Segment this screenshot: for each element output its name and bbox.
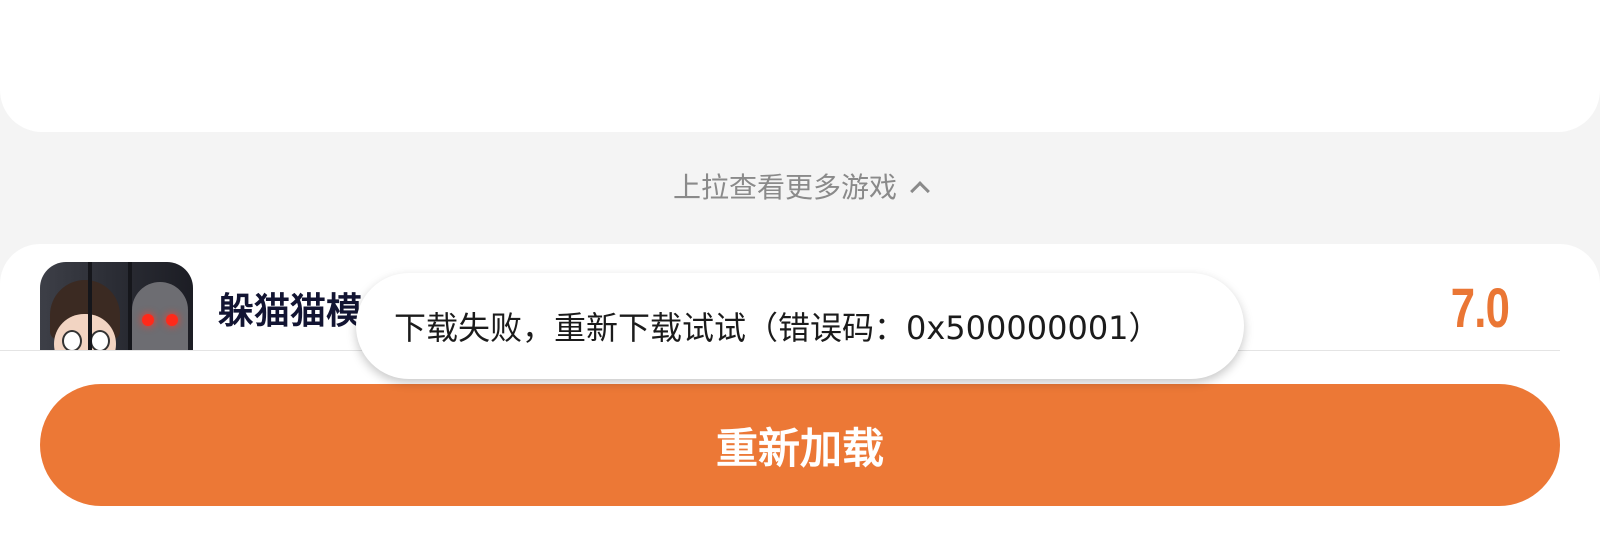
game-cover-image[interactable] xyxy=(40,262,193,362)
game-title[interactable]: 躲猫猫模 xyxy=(218,282,368,334)
game-art-red-eye xyxy=(142,314,154,326)
chevron-up-icon xyxy=(910,181,930,201)
error-toast: 下载失败，重新下载试试（错误码：0x500000001） xyxy=(356,273,1244,379)
game-art-eye xyxy=(62,330,82,352)
previous-card xyxy=(0,0,1600,132)
game-score: 7.0 xyxy=(1450,276,1510,339)
game-art-red-eye xyxy=(166,314,178,326)
game-art-bar xyxy=(128,262,132,362)
toast-message: 下载失败，重新下载试试（错误码：0x500000001） xyxy=(394,309,1161,347)
game-art-eye xyxy=(90,330,110,352)
game-art-bar xyxy=(88,262,92,362)
pull-hint-label: 上拉查看更多游戏 xyxy=(672,171,897,204)
reload-button[interactable]: 重新加载 xyxy=(40,384,1560,506)
pull-up-more-games[interactable]: 上拉查看更多游戏 xyxy=(0,162,1600,210)
